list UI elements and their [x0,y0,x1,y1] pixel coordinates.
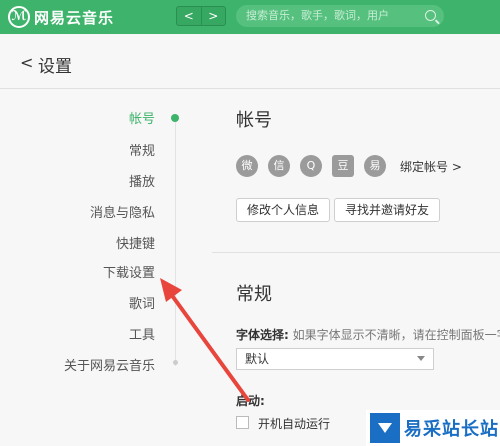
watermark-logo-icon [370,413,400,443]
search-placeholder: 搜索音乐，歌手，歌词，用户 [246,9,389,22]
netease-icon[interactable]: 易 [364,155,386,177]
chevron-down-icon [417,356,425,361]
wechat-icon[interactable]: 信 [268,155,290,177]
autostart-option-label[interactable]: 开机自动运行 [258,415,330,432]
netease-logo-icon: ℳ [8,6,30,28]
settings-content: 帐号 微 信 Q 豆 易 绑定帐号 > 修改个人信息 寻找并邀请好友 常规 字体… [212,90,500,446]
section-divider [212,252,500,253]
sidebar-item-tools[interactable]: 工具 [129,324,155,343]
site-watermark: 易采站长站 [366,410,500,446]
settings-sidebar: 帐号 常规 播放 消息与隐私 快捷键 下载设置 歌词 工具 关于网易云音乐 [0,90,185,446]
history-nav: < > [176,6,226,26]
douban-icon[interactable]: 豆 [332,155,354,177]
sidebar-item-about[interactable]: 关于网易云音乐 [64,355,155,374]
watermark-text: 易采站长站 [404,419,499,440]
back-button[interactable]: < [20,53,33,72]
search-icon[interactable] [425,10,436,21]
weibo-icon[interactable]: 微 [236,155,258,177]
back-nav-button[interactable]: < [177,7,201,25]
active-indicator-dot [171,114,179,122]
sidebar-item-download[interactable]: 下载设置 [103,262,155,281]
sidebar-item-privacy[interactable]: 消息与隐私 [90,202,155,221]
sidebar-divider [175,118,176,366]
app-logo[interactable]: ℳ 网易云音乐 [8,6,114,28]
sidebar-item-playback[interactable]: 播放 [129,171,155,190]
font-select[interactable]: 默认 [236,348,434,370]
sidebar-item-account[interactable]: 帐号 [129,108,155,127]
sidebar-item-shortcuts[interactable]: 快捷键 [116,233,155,252]
find-friends-button[interactable]: 寻找并邀请好友 [334,198,441,222]
general-section-title: 常规 [236,284,272,305]
forward-nav-button[interactable]: > [200,7,226,25]
social-accounts: 微 信 Q 豆 易 绑定帐号 > [236,155,462,177]
font-hint: 如果字体显示不清晰，请在控制面板一字 [292,328,500,342]
sidebar-end-dot [173,360,178,365]
autostart-checkbox[interactable] [236,416,249,429]
sidebar-item-lyrics[interactable]: 歌词 [129,293,155,312]
font-setting: 字体选择: 如果字体显示不清晰，请在控制面板一字 [236,326,500,343]
sidebar-item-general[interactable]: 常规 [129,140,155,159]
autostart-label: 启动: [236,394,265,408]
font-select-value: 默认 [245,352,270,366]
bind-account-link[interactable]: 绑定帐号 > [400,158,462,175]
app-name: 网易云音乐 [34,8,115,27]
font-label: 字体选择: [236,328,289,342]
qq-icon[interactable]: Q [300,155,322,177]
search-input[interactable]: 搜索音乐，歌手，歌词，用户 [236,5,444,27]
top-bar: ℳ 网易云音乐 < > 搜索音乐，歌手，歌词，用户 [0,0,500,34]
page-title: 设置 [38,57,72,77]
edit-profile-button[interactable]: 修改个人信息 [236,198,331,222]
settings-header: < 设置 [0,34,500,89]
account-section-title: 帐号 [236,110,272,131]
